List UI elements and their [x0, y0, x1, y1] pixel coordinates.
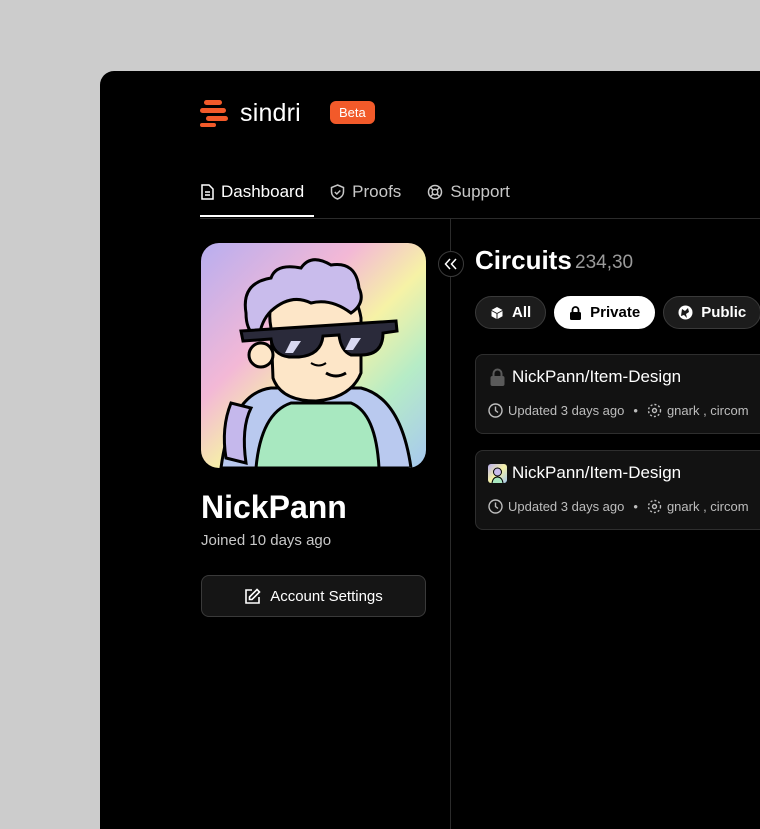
tab-support[interactable]: Support [427, 177, 510, 207]
tab-divider [200, 218, 760, 219]
beta-badge: Beta [330, 101, 375, 124]
circuit-frameworks: gnark , circom [666, 499, 749, 514]
tab-label: Proofs [352, 182, 402, 201]
avatar-icon [488, 464, 507, 483]
document-icon [201, 184, 214, 200]
collapse-sidebar-button[interactable] [438, 251, 464, 277]
chevrons-left-icon [444, 258, 457, 270]
panel-divider [450, 219, 451, 829]
profile-username: NickPann [201, 489, 347, 525]
avatar-illustration-icon [219, 258, 413, 468]
clock-icon [488, 403, 503, 418]
profile-joined: Joined 10 days ago [201, 532, 332, 549]
circuit-card[interactable]: NickPann/Item-Design Updated 3 days ago … [475, 354, 760, 434]
edit-icon [245, 587, 261, 604]
separator-dot: • [633, 499, 638, 514]
circuit-frameworks: gnark , circom [666, 403, 749, 418]
filter-label: All [512, 304, 532, 321]
lifebuoy-icon [428, 184, 443, 200]
globe-icon [678, 305, 693, 320]
tab-dashboard[interactable]: Dashboard [200, 177, 315, 217]
sindri-logo-icon [200, 99, 230, 128]
filter-public[interactable]: Public [663, 296, 760, 329]
filter-label: Public [701, 304, 747, 321]
circuit-updated: Updated 3 days ago [508, 403, 625, 418]
account-settings-label: Account Settings [270, 587, 383, 605]
framework-icon [647, 403, 662, 418]
tab-label: Support [450, 182, 510, 201]
circuit-name[interactable]: NickPann/Item-Design [512, 463, 681, 483]
filter-all[interactable]: All [475, 296, 547, 329]
circuits-title: Circuits [475, 245, 572, 275]
brand-logo[interactable]: sindri [200, 99, 301, 128]
separator-dot: • [633, 403, 638, 418]
lock-icon [570, 305, 582, 320]
clock-icon [488, 499, 503, 514]
lock-icon [490, 368, 505, 386]
circuit-name[interactable]: NickPann/Item-Design [512, 367, 681, 387]
account-settings-button[interactable]: Account Settings [201, 575, 426, 617]
filter-private[interactable]: Private [554, 296, 656, 329]
tab-proofs[interactable]: Proofs [330, 177, 401, 207]
brand-name: sindri [240, 99, 301, 127]
filter-label: Private [590, 304, 641, 321]
main-tabs: Dashboard Proofs Support [200, 177, 536, 217]
circuit-filters: All Private Public [475, 296, 760, 329]
circuit-meta: Updated 3 days ago • gnark , circom [488, 499, 749, 514]
circuit-card[interactable]: NickPann/Item-Design Updated 3 days ago … [475, 450, 760, 530]
shield-check-icon [330, 184, 345, 200]
cube-icon [491, 306, 503, 319]
app-window: sindri Beta Dashboard Proofs Support Nic… [100, 71, 760, 829]
framework-icon [647, 499, 662, 514]
profile-avatar [201, 243, 426, 468]
circuits-count: 234,30 [575, 252, 634, 273]
circuit-updated: Updated 3 days ago [508, 499, 625, 514]
tab-label: Dashboard [221, 182, 305, 201]
circuit-meta: Updated 3 days ago • gnark , circom [488, 403, 749, 418]
